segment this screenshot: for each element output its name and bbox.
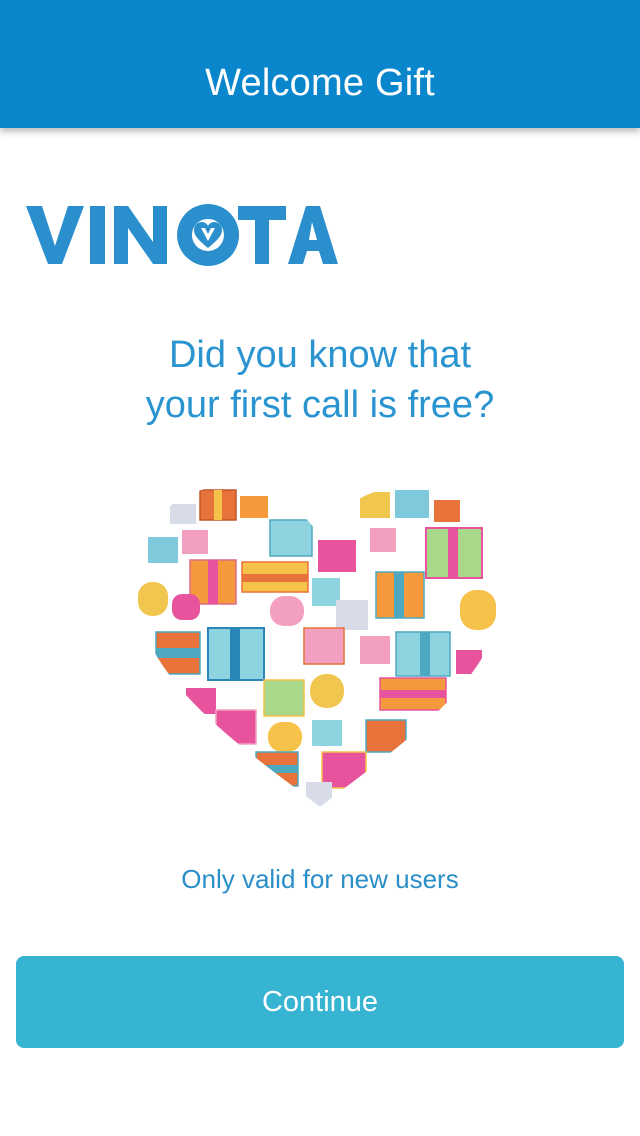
headline: Did you know that your first call is fre… (0, 330, 640, 430)
gift-boxes-heart-illustration (138, 489, 496, 806)
page-title: Welcome Gift (205, 62, 435, 104)
headline-line-2: your first call is free? (145, 384, 495, 426)
vinota-logo (26, 204, 338, 266)
logo-letters (26, 204, 338, 266)
welcome-gift-screen: Welcome Gift Did you know that your firs… (0, 0, 640, 1136)
continue-button[interactable]: Continue (16, 956, 624, 1048)
navigation-bar: Welcome Gift (0, 0, 640, 128)
new-users-note: Only valid for new users (181, 864, 459, 894)
headline-line-1: Did you know that (168, 334, 472, 376)
